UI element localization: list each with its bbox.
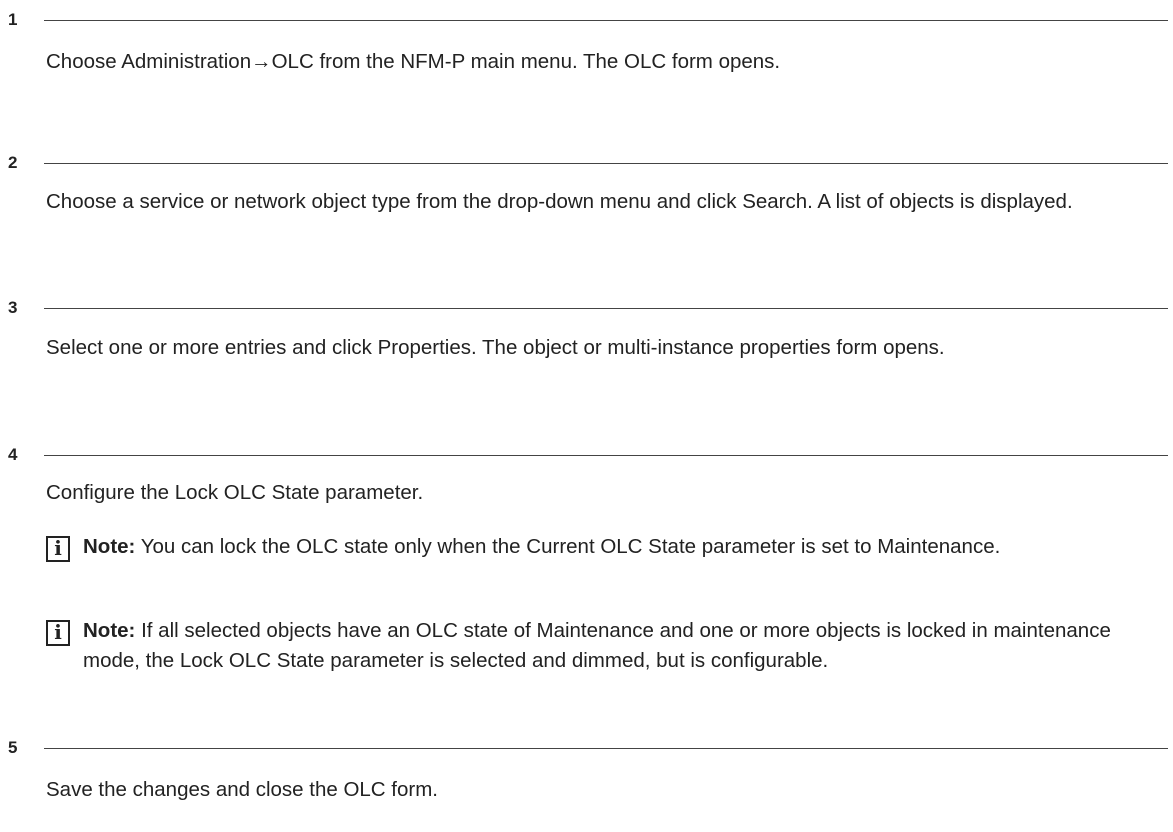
note-text: You can lock the OLC state only when the… — [135, 535, 1001, 558]
info-icon: i — [46, 620, 70, 646]
note-body: Note: If all selected objects have an OL… — [83, 616, 1165, 676]
note-label: Note: — [83, 535, 136, 558]
step-number: 4 — [8, 445, 18, 464]
step-header: 5 — [8, 738, 1168, 762]
step-divider — [44, 20, 1168, 21]
step-divider — [44, 748, 1168, 749]
info-icon: i — [46, 536, 70, 562]
step-text: Save the changes and close the OLC form. — [46, 778, 439, 801]
step-header: 1 — [8, 10, 1168, 34]
step-number: 5 — [8, 738, 18, 757]
note-label: Note: — [83, 619, 136, 642]
step-text: Choose a service or network object type … — [46, 190, 1073, 213]
step-header: 4 — [8, 445, 1168, 469]
step-text: Configure the Lock OLC State parameter. — [46, 481, 424, 504]
step-divider — [44, 163, 1168, 164]
step-divider — [44, 455, 1168, 456]
step-text: Select one or more entries and click Pro… — [46, 336, 945, 359]
step-header: 2 — [8, 153, 1168, 177]
step-header: 3 — [8, 298, 1168, 322]
step-number: 1 — [8, 10, 18, 29]
note-body: Note: You can lock the OLC state only wh… — [83, 532, 1165, 562]
note-text: If all selected objects have an OLC stat… — [83, 619, 1111, 672]
step-number: 3 — [8, 298, 18, 317]
step-number: 2 — [8, 153, 18, 172]
step-text: Choose Administration→OLC from the NFM-P… — [46, 50, 781, 73]
step-divider — [44, 308, 1168, 309]
